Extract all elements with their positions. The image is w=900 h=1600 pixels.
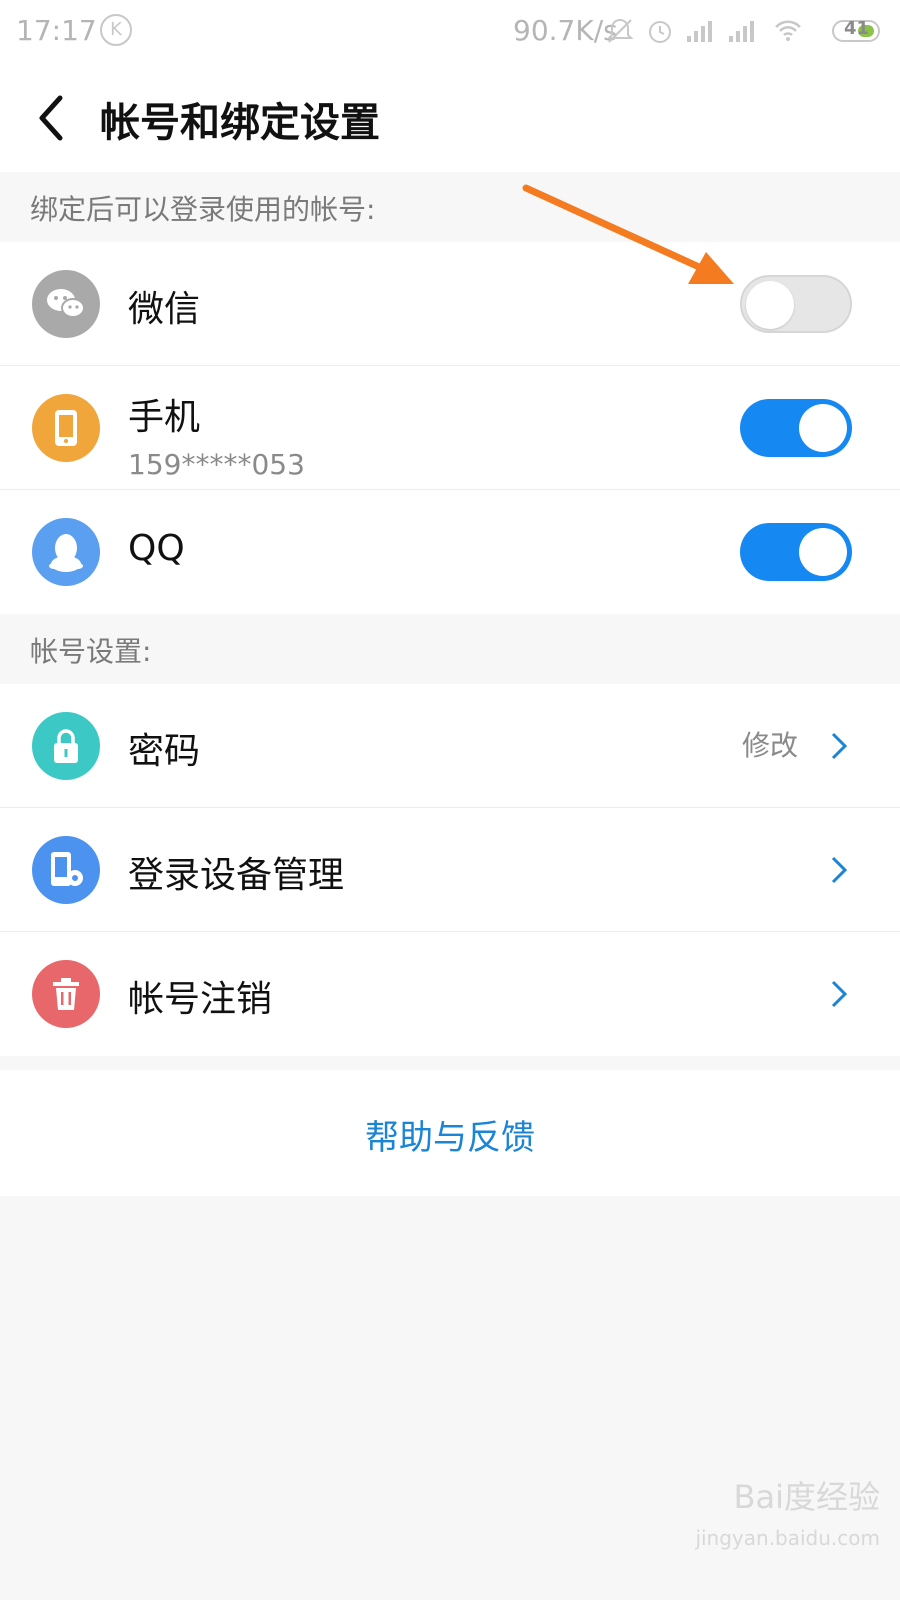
watermark-site: jingyan.baidu.com [695, 1526, 880, 1550]
qq-label: QQ [128, 528, 185, 569]
chevron-right-icon [831, 856, 848, 884]
k-badge-icon: K [100, 14, 132, 46]
wechat-icon [32, 270, 100, 338]
devices-label: 登录设备管理 [128, 855, 345, 896]
annotation-arrow-icon [522, 184, 734, 284]
account-row-cancel[interactable]: 帐号注销 [0, 932, 900, 1056]
title-bar: 帐号和绑定设置 [0, 64, 900, 172]
page-title: 帐号和绑定设置 [100, 100, 380, 146]
phone-label: 手机 [128, 397, 201, 438]
bind-section-label: 绑定后可以登录使用的帐号: [30, 193, 376, 226]
qq-icon [32, 518, 100, 586]
phone-toggle[interactable] [740, 399, 852, 457]
watermark-brand: Bai度经验 [733, 1478, 880, 1516]
account-row-devices[interactable]: 登录设备管理 [0, 808, 900, 932]
device-settings-icon [32, 836, 100, 904]
bind-accounts-card: 微信 手机 159*****053 QQ [0, 242, 900, 614]
chevron-right-icon [831, 732, 848, 760]
chevron-right-icon [831, 980, 848, 1008]
wifi-icon [775, 20, 801, 41]
back-arrow-icon[interactable] [30, 90, 74, 146]
signal-icon-2 [729, 21, 754, 42]
wechat-toggle[interactable] [740, 275, 852, 333]
status-time: 17:17 [16, 14, 97, 47]
watermark: Bai度经验 jingyan.baidu.com [695, 1472, 880, 1550]
alarm-icon [649, 21, 671, 43]
trash-icon [32, 960, 100, 1028]
password-label: 密码 [128, 731, 201, 772]
account-settings-card: 密码 修改 登录设备管理 帐号注销 [0, 684, 900, 1056]
phone-icon [32, 394, 100, 462]
phone-number: 159*****053 [128, 448, 305, 481]
lock-icon [32, 712, 100, 780]
cancel-account-label: 帐号注销 [128, 979, 273, 1020]
help-feedback-link[interactable]: 帮助与反馈 [0, 1110, 900, 1159]
network-speed: 90.7K/s [513, 14, 618, 47]
account-row-password[interactable]: 密码 修改 [0, 684, 900, 808]
signal-icon [687, 21, 712, 42]
bind-row-wechat[interactable]: 微信 [0, 242, 900, 366]
help-card: 帮助与反馈 [0, 1070, 900, 1196]
wechat-label: 微信 [128, 289, 201, 330]
silent-bell-icon [606, 18, 634, 43]
account-section-label: 帐号设置: [30, 635, 152, 668]
battery-icon: 41 [832, 18, 880, 42]
qq-toggle[interactable] [740, 523, 852, 581]
battery-level: 41 [844, 18, 870, 39]
password-action: 修改 [741, 729, 798, 762]
bind-row-phone[interactable]: 手机 159*****053 [0, 366, 900, 490]
status-bar: 17:17 K 90.7K/s 41 [0, 0, 900, 64]
bind-row-qq[interactable]: QQ [0, 490, 900, 614]
